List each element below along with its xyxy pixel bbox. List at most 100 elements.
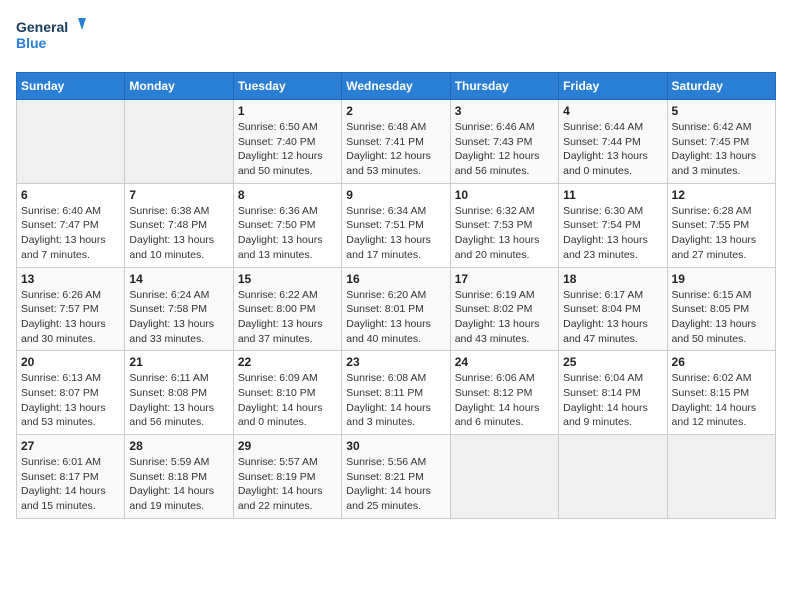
calendar-cell: 27Sunrise: 6:01 AMSunset: 8:17 PMDayligh… bbox=[17, 435, 125, 519]
day-info: Sunrise: 6:46 AMSunset: 7:43 PMDaylight:… bbox=[455, 120, 554, 179]
calendar-cell: 3 Sunrise: 6:46 AMSunset: 7:43 PMDaylight… bbox=[450, 100, 558, 184]
calendar-cell: 16 Sunrise: 6:20 AMSunset: 8:01 PMDayligh… bbox=[342, 267, 450, 351]
calendar-cell: 30Sunrise: 5:56 AMSunset: 8:21 PMDayligh… bbox=[342, 435, 450, 519]
day-info: Sunrise: 6:44 AMSunset: 7:44 PMDaylight:… bbox=[563, 120, 662, 179]
weekday-header-tuesday: Tuesday bbox=[233, 73, 341, 100]
day-number: 8 bbox=[238, 188, 337, 202]
day-number: 3 bbox=[455, 104, 554, 118]
calendar-cell: 15 Sunrise: 6:22 AMSunset: 8:00 PMDayligh… bbox=[233, 267, 341, 351]
calendar-cell: 19Sunrise: 6:15 AMSunset: 8:05 PMDayligh… bbox=[667, 267, 775, 351]
day-number: 28 bbox=[129, 439, 228, 453]
day-info: Sunrise: 6:34 AMSunset: 7:51 PMDaylight:… bbox=[346, 204, 445, 263]
day-info: Sunrise: 6:40 AMSunset: 7:47 PMDaylight:… bbox=[21, 204, 120, 263]
calendar-week-1: 1 Sunrise: 6:50 AMSunset: 7:40 PMDaylight… bbox=[17, 100, 776, 184]
day-info: Sunrise: 6:50 AMSunset: 7:40 PMDaylight:… bbox=[238, 120, 337, 179]
day-info: Sunrise: 6:24 AMSunset: 7:58 PMDaylight:… bbox=[129, 288, 228, 347]
day-number: 10 bbox=[455, 188, 554, 202]
day-number: 5 bbox=[672, 104, 771, 118]
day-number: 7 bbox=[129, 188, 228, 202]
calendar-cell bbox=[125, 100, 233, 184]
day-info: Sunrise: 6:28 AMSunset: 7:55 PMDaylight:… bbox=[672, 204, 771, 263]
calendar-cell: 25 Sunrise: 6:04 AMSunset: 8:14 PMDayligh… bbox=[559, 351, 667, 435]
calendar-header-row: SundayMondayTuesdayWednesdayThursdayFrid… bbox=[17, 73, 776, 100]
day-info: Sunrise: 6:17 AMSunset: 8:04 PMDaylight:… bbox=[563, 288, 662, 347]
svg-text:Blue: Blue bbox=[16, 35, 47, 51]
calendar-cell: 17 Sunrise: 6:19 AMSunset: 8:02 PMDayligh… bbox=[450, 267, 558, 351]
calendar-cell: 28 Sunrise: 5:59 AMSunset: 8:18 PMDayligh… bbox=[125, 435, 233, 519]
calendar-week-3: 13Sunrise: 6:26 AMSunset: 7:57 PMDayligh… bbox=[17, 267, 776, 351]
day-number: 25 bbox=[563, 355, 662, 369]
day-number: 26 bbox=[672, 355, 771, 369]
day-number: 9 bbox=[346, 188, 445, 202]
day-number: 14 bbox=[129, 272, 228, 286]
weekday-header-wednesday: Wednesday bbox=[342, 73, 450, 100]
day-info: Sunrise: 5:59 AMSunset: 8:18 PMDaylight:… bbox=[129, 455, 228, 514]
day-number: 2 bbox=[346, 104, 445, 118]
calendar-cell: 6 Sunrise: 6:40 AMSunset: 7:47 PMDaylight… bbox=[17, 183, 125, 267]
calendar-cell: 1 Sunrise: 6:50 AMSunset: 7:40 PMDaylight… bbox=[233, 100, 341, 184]
calendar-cell: 29 Sunrise: 5:57 AMSunset: 8:19 PMDayligh… bbox=[233, 435, 341, 519]
weekday-header-monday: Monday bbox=[125, 73, 233, 100]
day-info: Sunrise: 6:30 AMSunset: 7:54 PMDaylight:… bbox=[563, 204, 662, 263]
calendar-cell: 4 Sunrise: 6:44 AMSunset: 7:44 PMDaylight… bbox=[559, 100, 667, 184]
day-number: 6 bbox=[21, 188, 120, 202]
day-info: Sunrise: 6:13 AMSunset: 8:07 PMDaylight:… bbox=[21, 371, 120, 430]
calendar-week-5: 27Sunrise: 6:01 AMSunset: 8:17 PMDayligh… bbox=[17, 435, 776, 519]
logo: General Blue bbox=[16, 16, 86, 60]
weekday-header-saturday: Saturday bbox=[667, 73, 775, 100]
calendar-cell: 18 Sunrise: 6:17 AMSunset: 8:04 PMDayligh… bbox=[559, 267, 667, 351]
day-number: 4 bbox=[563, 104, 662, 118]
day-number: 15 bbox=[238, 272, 337, 286]
day-number: 24 bbox=[455, 355, 554, 369]
day-info: Sunrise: 6:36 AMSunset: 7:50 PMDaylight:… bbox=[238, 204, 337, 263]
day-info: Sunrise: 5:57 AMSunset: 8:19 PMDaylight:… bbox=[238, 455, 337, 514]
day-info: Sunrise: 6:20 AMSunset: 8:01 PMDaylight:… bbox=[346, 288, 445, 347]
calendar-week-4: 20 Sunrise: 6:13 AMSunset: 8:07 PMDayligh… bbox=[17, 351, 776, 435]
calendar-cell: 23 Sunrise: 6:08 AMSunset: 8:11 PMDayligh… bbox=[342, 351, 450, 435]
day-info: Sunrise: 6:09 AMSunset: 8:10 PMDaylight:… bbox=[238, 371, 337, 430]
day-info: Sunrise: 6:02 AMSunset: 8:15 PMDaylight:… bbox=[672, 371, 771, 430]
day-number: 21 bbox=[129, 355, 228, 369]
svg-text:General: General bbox=[16, 19, 68, 35]
weekday-header-sunday: Sunday bbox=[17, 73, 125, 100]
calendar: SundayMondayTuesdayWednesdayThursdayFrid… bbox=[16, 72, 776, 519]
day-number: 17 bbox=[455, 272, 554, 286]
calendar-cell: 9 Sunrise: 6:34 AMSunset: 7:51 PMDaylight… bbox=[342, 183, 450, 267]
calendar-cell: 12 Sunrise: 6:28 AMSunset: 7:55 PMDayligh… bbox=[667, 183, 775, 267]
day-info: Sunrise: 6:19 AMSunset: 8:02 PMDaylight:… bbox=[455, 288, 554, 347]
calendar-cell: 14 Sunrise: 6:24 AMSunset: 7:58 PMDayligh… bbox=[125, 267, 233, 351]
day-number: 1 bbox=[238, 104, 337, 118]
day-number: 19 bbox=[672, 272, 771, 286]
calendar-cell: 26 Sunrise: 6:02 AMSunset: 8:15 PMDayligh… bbox=[667, 351, 775, 435]
calendar-cell: 5 Sunrise: 6:42 AMSunset: 7:45 PMDaylight… bbox=[667, 100, 775, 184]
day-number: 29 bbox=[238, 439, 337, 453]
calendar-cell: 21Sunrise: 6:11 AMSunset: 8:08 PMDayligh… bbox=[125, 351, 233, 435]
calendar-cell bbox=[559, 435, 667, 519]
day-info: Sunrise: 6:22 AMSunset: 8:00 PMDaylight:… bbox=[238, 288, 337, 347]
day-info: Sunrise: 6:01 AMSunset: 8:17 PMDaylight:… bbox=[21, 455, 120, 514]
weekday-header-thursday: Thursday bbox=[450, 73, 558, 100]
calendar-cell: 7 Sunrise: 6:38 AMSunset: 7:48 PMDaylight… bbox=[125, 183, 233, 267]
calendar-week-2: 6 Sunrise: 6:40 AMSunset: 7:47 PMDaylight… bbox=[17, 183, 776, 267]
day-number: 11 bbox=[563, 188, 662, 202]
calendar-cell bbox=[17, 100, 125, 184]
day-number: 20 bbox=[21, 355, 120, 369]
weekday-header-friday: Friday bbox=[559, 73, 667, 100]
day-info: Sunrise: 6:04 AMSunset: 8:14 PMDaylight:… bbox=[563, 371, 662, 430]
day-number: 12 bbox=[672, 188, 771, 202]
day-info: Sunrise: 6:42 AMSunset: 7:45 PMDaylight:… bbox=[672, 120, 771, 179]
calendar-cell bbox=[667, 435, 775, 519]
calendar-cell: 10Sunrise: 6:32 AMSunset: 7:53 PMDayligh… bbox=[450, 183, 558, 267]
day-number: 16 bbox=[346, 272, 445, 286]
calendar-cell: 13Sunrise: 6:26 AMSunset: 7:57 PMDayligh… bbox=[17, 267, 125, 351]
day-info: Sunrise: 5:56 AMSunset: 8:21 PMDaylight:… bbox=[346, 455, 445, 514]
calendar-cell bbox=[450, 435, 558, 519]
day-info: Sunrise: 6:48 AMSunset: 7:41 PMDaylight:… bbox=[346, 120, 445, 179]
day-number: 13 bbox=[21, 272, 120, 286]
day-info: Sunrise: 6:38 AMSunset: 7:48 PMDaylight:… bbox=[129, 204, 228, 263]
calendar-cell: 11 Sunrise: 6:30 AMSunset: 7:54 PMDayligh… bbox=[559, 183, 667, 267]
day-number: 18 bbox=[563, 272, 662, 286]
day-info: Sunrise: 6:08 AMSunset: 8:11 PMDaylight:… bbox=[346, 371, 445, 430]
day-number: 23 bbox=[346, 355, 445, 369]
calendar-cell: 2 Sunrise: 6:48 AMSunset: 7:41 PMDaylight… bbox=[342, 100, 450, 184]
